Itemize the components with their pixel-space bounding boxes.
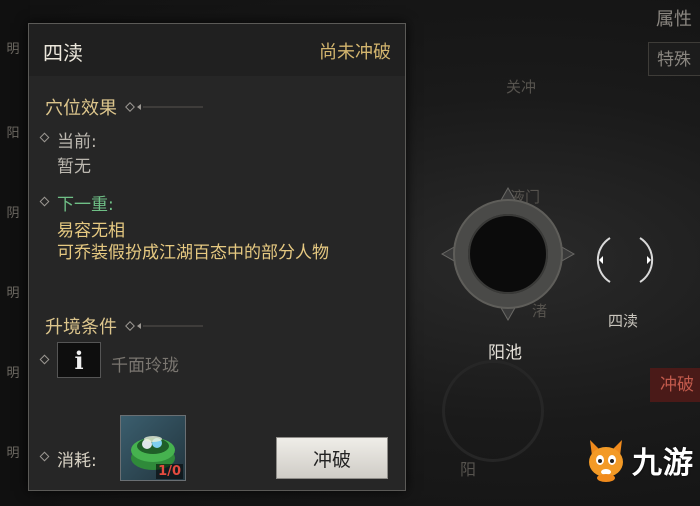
panel-header: 四渎 尚未冲破: [29, 24, 405, 76]
item-count: 1/0: [156, 464, 183, 479]
current-value: 暂无: [57, 157, 91, 177]
node-label-yang: 阳: [460, 460, 477, 479]
fox-mascot-icon: [589, 440, 623, 482]
locked-acupoint-ring[interactable]: [442, 360, 544, 462]
next-label: 下一重:: [57, 195, 114, 215]
break-status: 尚未冲破: [319, 42, 391, 63]
site-watermark: 九游: [584, 436, 694, 484]
diamond-bullet-icon: [39, 354, 50, 365]
effects-heading: 穴位效果: [45, 94, 205, 120]
upgrade-heading-text: 升境条件: [45, 317, 117, 338]
ornament-icon: [125, 321, 205, 331]
diamond-bullet-icon: [39, 132, 50, 143]
acupoint-title: 四渎: [43, 41, 83, 65]
strip-item[interactable]: 阳: [0, 122, 26, 141]
info-glyph: i: [74, 345, 84, 375]
upgrade-heading: 升境条件: [45, 313, 205, 339]
diamond-bullet-icon: [39, 196, 50, 207]
ornament-icon: [125, 102, 205, 112]
node-label-guanchong: 关冲: [506, 78, 537, 96]
requirement-text: 千面玲珑: [111, 356, 179, 376]
strip-item[interactable]: 明: [0, 362, 26, 381]
special-tab[interactable]: 特殊: [648, 42, 700, 76]
strip-item[interactable]: 阴: [0, 202, 26, 221]
left-node-strip: 明 阳 阴 明 明 明: [0, 0, 30, 506]
next-effect-description: 可乔装假扮成江湖百态中的部分人物: [57, 243, 329, 263]
strip-item[interactable]: 明: [0, 38, 26, 57]
strip-item[interactable]: 明: [0, 282, 26, 301]
acupoint-detail-panel: 四渎 尚未冲破 穴位效果 当前: 暂无 下一重: 易容无相 可乔装假扮成江湖百态…: [28, 23, 406, 491]
yangchi-acupoint-ring[interactable]: [440, 186, 576, 322]
attribute-tab[interactable]: 属性: [648, 0, 700, 40]
strip-item[interactable]: 明: [0, 442, 26, 461]
next-effect-name: 易容无相: [57, 221, 125, 241]
effects-heading-text: 穴位效果: [45, 98, 117, 119]
cost-label: 消耗:: [57, 451, 97, 471]
break-tag[interactable]: 冲破: [650, 368, 700, 402]
sidu-acupoint-ring[interactable]: [590, 230, 660, 290]
node-label-sidu: 四渎: [608, 312, 639, 330]
cost-item-slot[interactable]: 1/0: [120, 415, 186, 481]
break-button[interactable]: 冲破: [276, 437, 388, 479]
watermark-text: 九游: [632, 446, 694, 481]
info-icon[interactable]: i: [57, 342, 101, 378]
current-label: 当前:: [57, 132, 97, 152]
diamond-bullet-icon: [39, 451, 50, 462]
